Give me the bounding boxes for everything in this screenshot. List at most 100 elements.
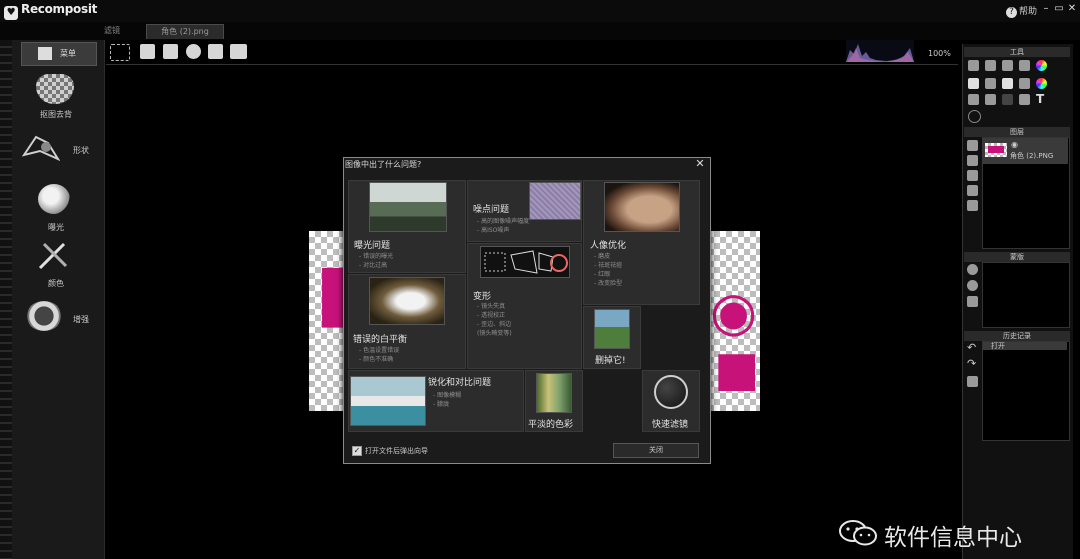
title-bar <box>0 0 1080 23</box>
history-item[interactable]: 打开 <box>983 342 1067 350</box>
enhance-icon[interactable] <box>26 301 62 331</box>
print-icon[interactable] <box>230 44 247 59</box>
card-quick-filter-title: 快速滤镜 <box>652 420 689 430</box>
maximize-button[interactable]: ▭ <box>1053 3 1065 15</box>
dialog-close-text-button[interactable]: 关闭 <box>613 443 699 458</box>
magenta-glyph-right-2: ■ <box>714 341 760 397</box>
zoom-level[interactable]: 100% <box>928 49 951 58</box>
info-icon[interactable] <box>186 44 201 59</box>
noise-thumbnail <box>529 182 581 220</box>
histogram-graph <box>846 44 914 62</box>
wechat-icon-graphic <box>839 520 877 546</box>
wechat-icon <box>838 519 878 547</box>
heart-logo-icon: ♥ <box>4 6 18 20</box>
card-portrait-items: - 磨皮 - 祛斑祛痘 - 红眼 - 改变脸型 <box>594 253 623 287</box>
mask-fill-icon[interactable] <box>967 280 978 291</box>
clone-tool-icon[interactable] <box>968 78 979 89</box>
card-sharpen-items: - 图像模糊 - 朦胧 <box>433 392 462 408</box>
app-logo: ♥ Recomposit <box>4 2 97 20</box>
add-image-icon[interactable] <box>208 44 223 59</box>
zoom-icon[interactable] <box>110 44 130 61</box>
redo-icon[interactable]: ↷ <box>967 357 976 370</box>
sidebar-item-exposure[interactable]: 曝光 <box>48 222 64 233</box>
card-white-balance-title: 错误的白平衡 <box>353 335 408 345</box>
mask-ellipse-icon[interactable] <box>967 264 978 275</box>
sidebar-item-cutout[interactable]: 抠图去背 <box>40 109 72 120</box>
dialog-close-button[interactable]: ✕ <box>693 158 707 170</box>
stamp-tool-icon[interactable] <box>985 78 996 89</box>
eye-icon[interactable]: ◉ <box>1011 140 1018 149</box>
edit-layer-icon[interactable] <box>967 185 978 196</box>
flat-color-thumbnail <box>536 373 572 413</box>
color-brush-icon[interactable] <box>36 240 70 270</box>
layer-name: 角色 (2).PNG <box>1010 152 1054 160</box>
card-white-balance-items: - 色温设置错误 - 颜色不准确 <box>359 347 400 363</box>
card-sharpen-title: 锐化和对比问题 <box>428 378 492 388</box>
move-tool-icon[interactable] <box>1002 94 1013 105</box>
frame-tool-icon[interactable] <box>1019 78 1030 89</box>
card-deform-items: - 镜头失真 - 透视校正 - 歪边、斜边 (镜头畸变等) <box>477 303 512 337</box>
remove-thumbnail <box>594 309 630 349</box>
exposure-icon[interactable] <box>38 184 70 214</box>
card-exposure-items: - 错误的曝光 - 对比过高 <box>359 253 394 269</box>
masks-panel-title: 蒙版 <box>964 252 1070 262</box>
selection-tool-icon[interactable] <box>968 60 979 71</box>
minimize-button[interactable]: – <box>1040 3 1052 15</box>
card-noise-title: 噪点问题 <box>473 205 510 215</box>
delete-layer-icon[interactable] <box>967 155 978 166</box>
menu-icon <box>38 47 52 60</box>
fill-tool-icon[interactable] <box>1002 78 1013 89</box>
menu-button[interactable]: 菜单 <box>21 42 97 66</box>
mask-delete-icon[interactable] <box>967 296 978 307</box>
layers-panel-title: 图层 <box>964 127 1070 137</box>
color-brush-graphic <box>38 242 68 270</box>
palette-icon[interactable] <box>1036 78 1047 89</box>
film-rail <box>0 40 12 559</box>
card-exposure-title: 曝光问题 <box>354 241 391 251</box>
undo-icon[interactable]: ↶ <box>967 341 976 354</box>
card-portrait-title: 人像优化 <box>590 241 627 251</box>
transform-tool-icon[interactable] <box>985 94 996 105</box>
export-icon[interactable] <box>163 44 178 59</box>
tab-filters[interactable]: 滤镜 <box>104 25 120 36</box>
tab-file[interactable]: 角色 (2).png <box>146 24 224 39</box>
magenta-glyph-left: ■ <box>315 253 345 331</box>
deform-thumbnail-graphic <box>484 250 568 274</box>
help-icon: ? <box>1006 7 1017 18</box>
color-wheel-icon[interactable] <box>1036 60 1047 71</box>
exposure-thumbnail <box>369 182 447 232</box>
save-icon[interactable] <box>140 44 155 59</box>
history-clear-icon[interactable] <box>967 376 978 387</box>
close-window-button[interactable]: ✕ <box>1066 3 1078 15</box>
tools-panel-title: 工具 <box>964 47 1070 57</box>
masks-list <box>982 262 1070 328</box>
layer-thumbnail <box>985 143 1007 157</box>
quick-filter-lens-icon <box>654 375 688 409</box>
merge-layer-icon[interactable] <box>967 200 978 211</box>
lasso-tool-icon[interactable] <box>985 60 996 71</box>
new-layer-icon[interactable] <box>967 140 978 151</box>
shape-icon[interactable] <box>21 133 61 163</box>
canvas-image-left: ■ <box>309 231 345 411</box>
rect-select-tool-icon[interactable] <box>1002 60 1013 71</box>
help-button[interactable]: ? 帮助 <box>1006 4 1037 18</box>
sidebar-item-enhance[interactable]: 增强 <box>73 314 89 325</box>
duplicate-layer-icon[interactable] <box>967 170 978 181</box>
sidebar-item-color[interactable]: 颜色 <box>48 278 64 289</box>
crop-tool-icon[interactable] <box>968 94 979 105</box>
card-flat-color-title: 平淡的色彩 <box>528 420 574 430</box>
card-deform-title: 变形 <box>473 292 492 302</box>
dialog-title: 图像中出了什么问题? <box>345 160 422 169</box>
sidebar-item-shape[interactable]: 形状 <box>73 145 89 156</box>
open-wizard-label: 打开文件后弹出向导 <box>365 447 428 455</box>
open-wizard-checkbox[interactable]: ✓ <box>352 446 362 456</box>
ellipse-tool-icon[interactable] <box>1019 60 1030 71</box>
shape-tool-icon[interactable] <box>1019 94 1030 105</box>
disabled-tool-icon[interactable] <box>968 110 981 123</box>
history-panel-title: 历史记录 <box>964 331 1070 341</box>
text-tool-icon[interactable]: T <box>1036 92 1044 106</box>
portrait-thumbnail <box>604 182 680 232</box>
card-remove-title: 删掉它! <box>595 356 626 366</box>
histogram <box>846 40 914 62</box>
shape-icon-graphic <box>21 135 61 162</box>
